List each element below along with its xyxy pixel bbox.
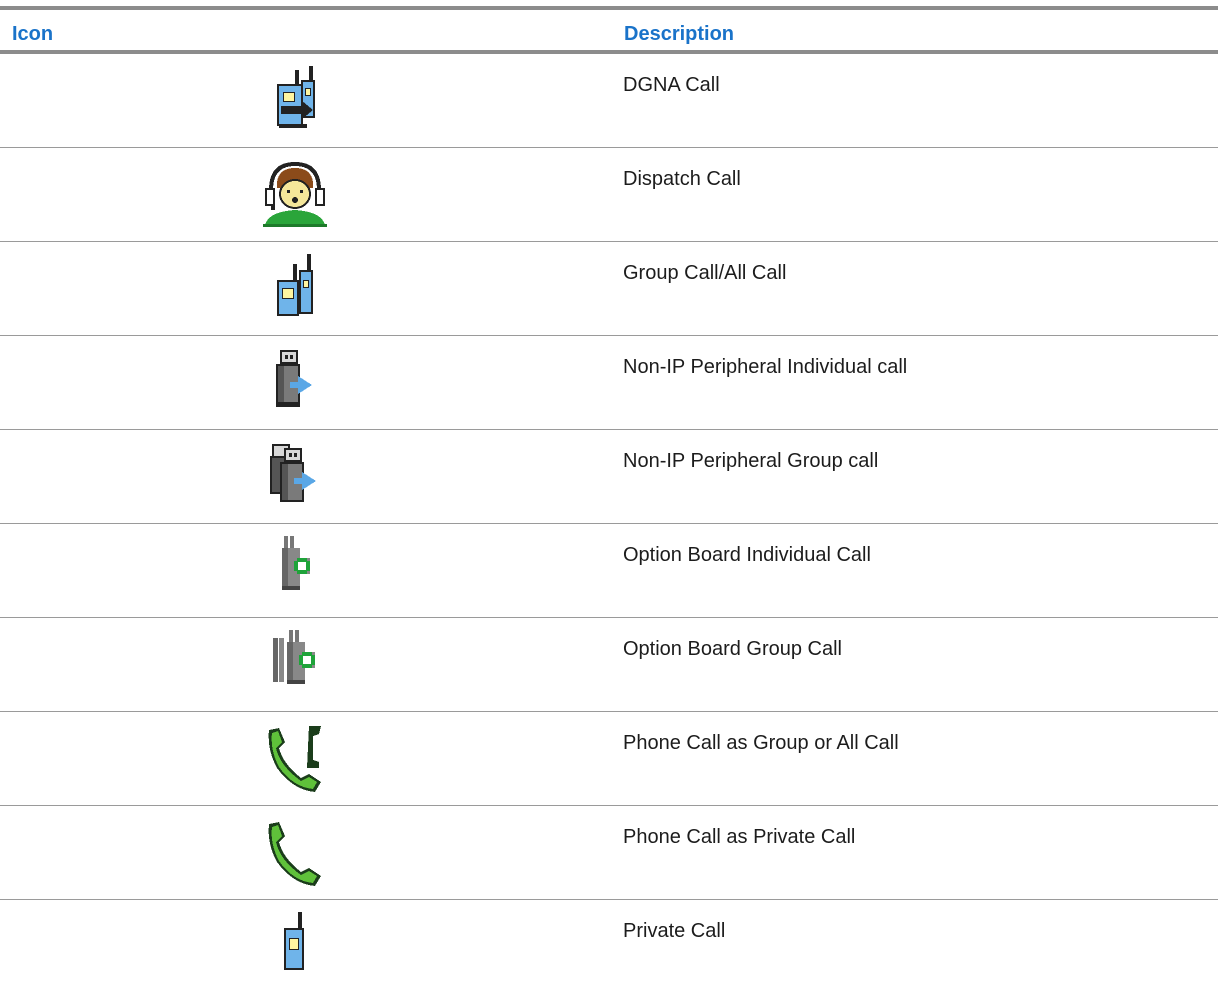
table-header: Icon Description [0, 6, 1218, 54]
non-ip-peripheral-individual-icon [255, 348, 335, 416]
row-description: DGNA Call [623, 74, 720, 96]
table-row: Private Call [0, 900, 1218, 994]
option-board-individual-icon [255, 536, 335, 604]
option-board-group-icon [255, 630, 335, 698]
group-call-icon [255, 254, 335, 322]
non-ip-peripheral-group-icon [255, 442, 335, 510]
table-row: Group Call/All Call [0, 242, 1218, 336]
table-row: Option Board Individual Call [0, 524, 1218, 618]
row-description: Non-IP Peripheral Individual call [623, 356, 908, 378]
row-description: Phone Call as Private Call [623, 826, 856, 848]
row-description: Option Board Group Call [623, 638, 843, 660]
row-description: Private Call [623, 920, 726, 942]
row-description: Option Board Individual Call [623, 544, 871, 566]
table-row: Non-IP Peripheral Group call [0, 430, 1218, 524]
header-icon: Icon [12, 23, 54, 45]
phone-call-group-icon [255, 724, 335, 792]
table-row: Non-IP Peripheral Individual call [0, 336, 1218, 430]
header-description: Description [624, 23, 735, 45]
dgna-call-icon [255, 66, 335, 134]
row-description: Non-IP Peripheral Group call [623, 450, 879, 472]
table-row: Phone Call as Private Call [0, 806, 1218, 900]
row-description: Dispatch Call [623, 168, 741, 190]
table-row: DGNA Call [0, 54, 1218, 148]
table-row: Dispatch Call [0, 148, 1218, 242]
row-description: Phone Call as Group or All Call [623, 732, 899, 754]
dispatch-call-icon [255, 160, 335, 228]
table-row: Phone Call as Group or All Call [0, 712, 1218, 806]
phone-call-private-icon [255, 818, 335, 886]
table-row: Option Board Group Call [0, 618, 1218, 712]
private-call-icon [255, 912, 335, 980]
icon-table: Icon Description DGNA Call Dispatch Call… [0, 6, 1218, 994]
row-description: Group Call/All Call [623, 262, 787, 284]
